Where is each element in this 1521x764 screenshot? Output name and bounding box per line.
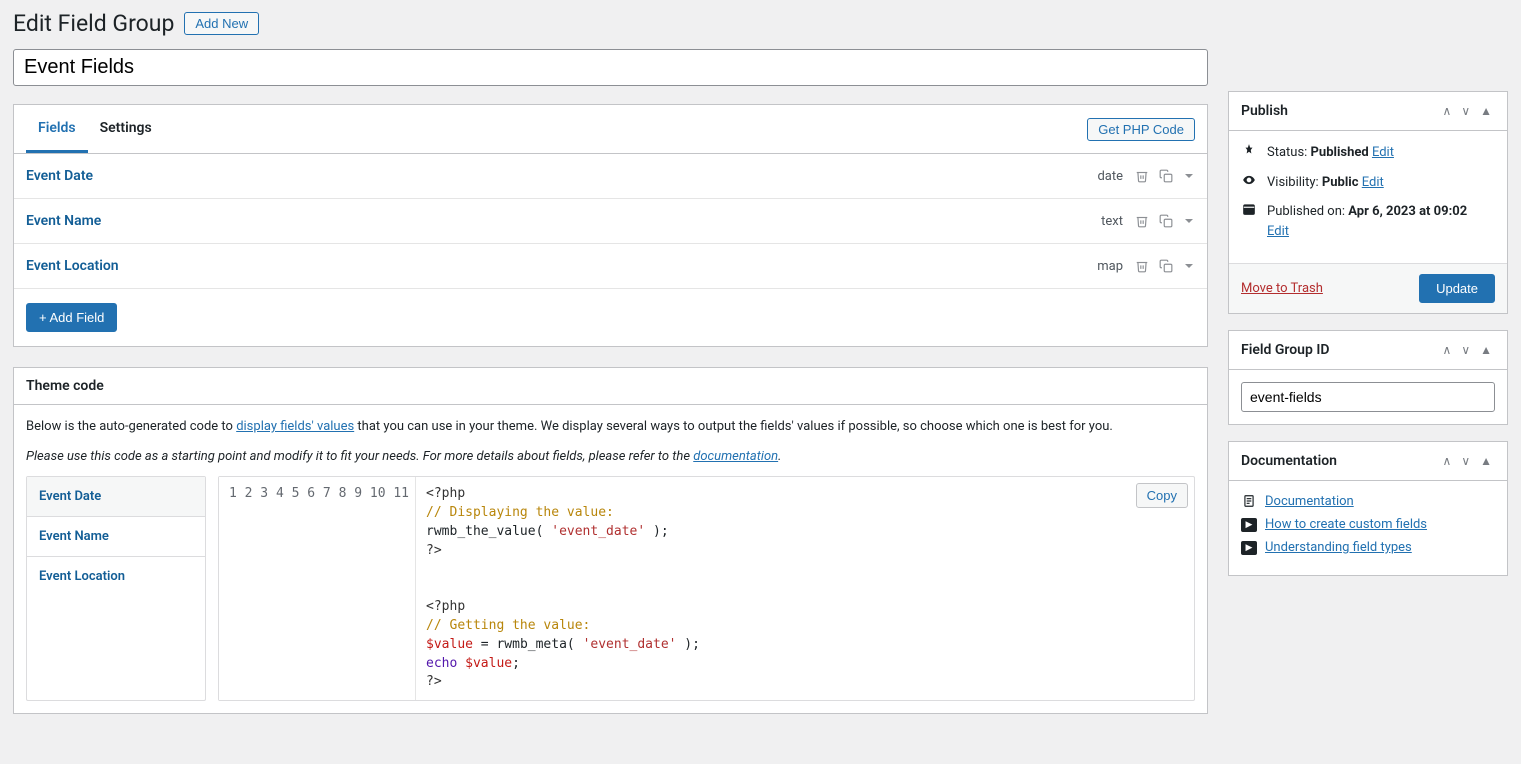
play-icon: ▶ — [1241, 541, 1257, 555]
trash-icon[interactable] — [1135, 214, 1149, 228]
add-field-button[interactable]: + Add Field — [26, 303, 117, 332]
theme-code-note: Please use this code as a starting point… — [26, 447, 1195, 467]
trash-icon[interactable] — [1135, 259, 1149, 273]
tab-settings[interactable]: Settings — [88, 105, 164, 153]
publish-heading: Publish — [1241, 103, 1440, 119]
field-type-label: date — [1097, 169, 1123, 184]
theme-code-panel: Theme code Below is the auto-generated c… — [13, 367, 1208, 714]
visibility-label: Visibility: Public Edit — [1267, 173, 1384, 193]
field-row[interactable]: Event Location map — [14, 244, 1207, 289]
move-up-icon[interactable]: ∧ — [1440, 341, 1455, 359]
toggle-panel-icon[interactable]: ▲ — [1477, 102, 1495, 120]
toggle-panel-icon[interactable]: ▲ — [1477, 341, 1495, 359]
edit-status-link[interactable]: Edit — [1372, 145, 1394, 160]
page-title: Edit Field Group — [13, 10, 174, 37]
chevron-down-icon[interactable] — [1183, 215, 1195, 227]
theme-code-sidebar: Event Date Event Name Event Location — [26, 476, 206, 701]
field-group-id-input[interactable] — [1241, 382, 1495, 412]
edit-date-link[interactable]: Edit — [1267, 224, 1289, 239]
code-editor: Copy 1 2 3 4 5 6 7 8 9 10 11 <?php // Di… — [218, 476, 1195, 701]
move-down-icon[interactable]: ∨ — [1458, 452, 1473, 470]
update-button[interactable]: Update — [1419, 274, 1495, 303]
status-label: Status: Published Edit — [1267, 143, 1394, 163]
documentation-heading: Documentation — [1241, 453, 1440, 469]
theme-tab-event-name[interactable]: Event Name — [27, 517, 205, 557]
field-name-link[interactable]: Event Date — [26, 168, 1097, 184]
move-to-trash-link[interactable]: Move to Trash — [1241, 281, 1323, 296]
documentation-link[interactable]: documentation — [693, 449, 778, 464]
field-row[interactable]: Event Name text — [14, 199, 1207, 244]
eye-icon — [1241, 173, 1257, 187]
field-group-id-panel: Field Group ID ∧ ∨ ▲ — [1228, 330, 1508, 425]
move-up-icon[interactable]: ∧ — [1440, 452, 1455, 470]
add-new-button[interactable]: Add New — [184, 12, 259, 35]
code-content[interactable]: <?php // Displaying the value: rwmb_the_… — [416, 477, 1194, 700]
copy-icon[interactable] — [1159, 169, 1173, 183]
trash-icon[interactable] — [1135, 169, 1149, 183]
field-row[interactable]: Event Date date — [14, 154, 1207, 199]
pin-icon — [1241, 143, 1257, 157]
theme-code-intro: Below is the auto-generated code to disp… — [26, 417, 1195, 437]
theme-tab-event-location[interactable]: Event Location — [27, 557, 205, 596]
move-up-icon[interactable]: ∧ — [1440, 102, 1455, 120]
doc-icon — [1241, 493, 1257, 509]
copy-button[interactable]: Copy — [1136, 483, 1188, 508]
move-down-icon[interactable]: ∨ — [1458, 102, 1473, 120]
group-title-input[interactable] — [13, 49, 1208, 86]
theme-tab-event-date[interactable]: Event Date — [27, 477, 205, 517]
copy-icon[interactable] — [1159, 259, 1173, 273]
chevron-down-icon[interactable] — [1183, 260, 1195, 272]
field-name-link[interactable]: Event Name — [26, 213, 1101, 229]
move-down-icon[interactable]: ∨ — [1458, 341, 1473, 359]
field-type-label: map — [1097, 259, 1123, 274]
documentation-panel: Documentation ∧ ∨ ▲ Documentation ▶ How … — [1228, 441, 1508, 576]
doc-link-documentation[interactable]: Documentation — [1265, 494, 1354, 509]
field-type-label: text — [1101, 214, 1123, 229]
theme-code-heading: Theme code — [26, 378, 1195, 394]
play-icon: ▶ — [1241, 518, 1257, 532]
line-gutter: 1 2 3 4 5 6 7 8 9 10 11 — [219, 477, 416, 700]
chevron-down-icon[interactable] — [1183, 170, 1195, 182]
publish-panel: Publish ∧ ∨ ▲ Status: Published Edit — [1228, 91, 1508, 314]
doc-link-field-types[interactable]: Understanding field types — [1265, 540, 1412, 555]
toggle-panel-icon[interactable]: ▲ — [1477, 452, 1495, 470]
edit-visibility-link[interactable]: Edit — [1362, 175, 1384, 190]
get-php-code-button[interactable]: Get PHP Code — [1087, 118, 1195, 141]
display-fields-link[interactable]: display fields' values — [236, 419, 354, 434]
field-name-link[interactable]: Event Location — [26, 258, 1097, 274]
fields-panel: Fields Settings Get PHP Code Event Date … — [13, 104, 1208, 347]
doc-link-how-to-create[interactable]: How to create custom fields — [1265, 517, 1427, 532]
copy-icon[interactable] — [1159, 214, 1173, 228]
published-label: Published on: Apr 6, 2023 at 09:02 Edit — [1267, 202, 1467, 241]
calendar-icon — [1241, 202, 1257, 216]
field-group-id-heading: Field Group ID — [1241, 342, 1440, 358]
tab-fields[interactable]: Fields — [26, 105, 88, 153]
